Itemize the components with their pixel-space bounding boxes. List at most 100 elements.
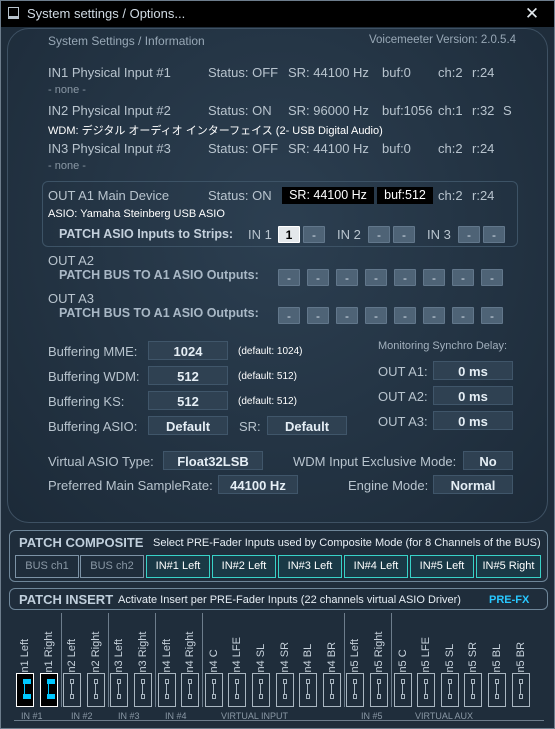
insert-channel: in5 BR [510,613,532,709]
in1-r: r:24 [472,65,495,80]
insert-toggle-button[interactable] [181,673,200,707]
insert-channel-label: in4 Left [160,638,173,675]
out-a2-patch-button-7[interactable]: - [452,269,474,286]
out-a1-label: OUT A1 Main Device [48,188,170,203]
insert-connector-icon [447,694,452,699]
insert-connector-icon [306,694,311,699]
composite-button-7[interactable]: IN#5 Left [410,555,474,578]
insert-toggle-button[interactable] [299,673,318,707]
insert-channel: in5 LFE [415,613,437,709]
insert-channel-label: in5 BR [514,641,527,675]
patch-insert-description: Activate Insert per PRE-Fader Inputs (22… [118,594,461,606]
in2-label: IN2 Physical Input #2 [48,103,171,118]
out-a3-patch-button-6[interactable]: - [423,307,445,324]
composite-button-3[interactable]: IN#1 Left [146,555,210,578]
buffering-mme-default: (default: 1024) [238,346,303,357]
window-title: System settings / Options... [27,6,186,21]
composite-button-5[interactable]: IN#3 Left [278,555,342,578]
buffering-wdm-value[interactable]: 512 [148,366,228,385]
out-a2-label: OUT A2 [48,253,95,268]
insert-channel: in4 BL [297,613,319,709]
out-a3-patch-button-8[interactable]: - [481,307,503,324]
insert-toggle-button[interactable] [63,673,82,707]
composite-button-2[interactable]: BUS ch2 [80,555,144,578]
title-bar[interactable]: System settings / Options... ✕ [1,1,554,27]
insert-toggle-button[interactable] [488,673,506,707]
insert-toggle-button[interactable] [204,673,223,707]
insert-channel: in5 SL [439,613,461,709]
insert-channel-label: in4 SR [278,641,291,675]
insert-toggle-button[interactable] [16,673,34,707]
in2-extra: S [503,103,512,118]
insert-toggle-button[interactable] [39,673,58,707]
asio-sr-value[interactable]: Default [267,416,347,435]
virtual-asio-label: Virtual ASIO Type: [48,454,154,469]
patch-in1-ch1-button[interactable]: 1 [278,226,300,243]
buffering-mme-value[interactable]: 1024 [148,341,228,360]
out-a3-patch-button-4[interactable]: - [365,307,387,324]
buffering-ks-value[interactable]: 512 [148,391,228,410]
patch-in3-ch1-button[interactable]: - [458,226,480,243]
close-icon[interactable]: ✕ [515,4,549,24]
insert-toggle-button[interactable] [511,673,530,707]
insert-toggle-button[interactable] [370,673,388,707]
insert-channel: in2 Left [61,613,83,709]
insert-toggle-button[interactable] [252,673,270,707]
buffering-wdm-default: (default: 512) [238,371,297,382]
out-a2-patch-button-3[interactable]: - [336,269,358,286]
insert-toggle-button[interactable] [275,673,294,707]
group-line [14,720,544,721]
preferred-sr-value[interactable]: 44100 Hz [218,475,298,494]
insert-channel: in4 Left [156,613,178,709]
patch-in2-ch2-button[interactable]: - [393,226,415,243]
composite-button-8[interactable]: IN#5 Right [476,555,541,578]
patch-in1-ch2-button[interactable]: - [303,226,325,243]
virtual-asio-value[interactable]: Float32LSB [163,451,263,470]
insert-channel: in1 Right [38,613,60,709]
group-divider [155,613,156,707]
out-a3-patch-button-5[interactable]: - [394,307,416,324]
monitor-a2-value[interactable]: 0 ms [433,386,513,405]
composite-button-6[interactable]: IN#4 Left [344,555,408,578]
insert-toggle-button[interactable] [86,673,105,707]
insert-channel-label: in5 Left [349,638,362,675]
composite-button-1[interactable]: BUS ch1 [15,555,79,578]
out-a3-patch-button-3[interactable]: - [336,307,358,324]
insert-channel-label: in4 BL [302,643,315,675]
monitor-a3-value[interactable]: 0 ms [433,411,513,430]
insert-connector-icon [259,694,263,699]
insert-toggle-button[interactable] [440,673,459,707]
wdm-exclusive-value[interactable]: No [463,451,513,470]
out-a2-patch-button-1[interactable]: - [278,269,300,286]
out-a2-patch-button-2[interactable]: - [307,269,329,286]
buffering-asio-value[interactable]: Default [148,416,228,435]
out-a2-patch-button-4[interactable]: - [365,269,387,286]
out-a3-patch-button-7[interactable]: - [452,307,474,324]
insert-toggle-button[interactable] [228,673,247,707]
out-a3-patch-button-2[interactable]: - [307,307,329,324]
insert-toggle-button[interactable] [417,673,436,707]
insert-toggle-button[interactable] [322,673,341,707]
insert-channel: in4 SR [274,613,296,709]
insert-connector-icon [235,694,240,699]
out-a2-patch-button-6[interactable]: - [423,269,445,286]
insert-toggle-button[interactable] [110,673,129,707]
engine-mode-value[interactable]: Normal [433,475,513,494]
patch-in2-ch1-button[interactable]: - [368,226,390,243]
out-a3-patch-button-1[interactable]: - [278,307,300,324]
settings-window: System settings / Options... ✕ System Se… [0,0,555,729]
monitor-a1-value[interactable]: 0 ms [433,361,513,380]
insert-channel-label: in2 Right [89,631,102,675]
insert-channel-label: in5 SL [443,643,456,675]
insert-toggle-button[interactable] [464,673,483,707]
out-a2-patch-button-5[interactable]: - [394,269,416,286]
insert-toggle-button[interactable] [393,673,412,707]
out-a1-device: ASIO: Yamaha Steinberg USB ASIO [48,208,225,220]
patch-in3-ch2-button[interactable]: - [483,226,505,243]
insert-channel: in5 C [392,613,414,709]
insert-toggle-button[interactable] [134,673,152,707]
insert-toggle-button[interactable] [157,673,176,707]
insert-toggle-button[interactable] [346,673,365,707]
composite-button-4[interactable]: IN#2 Left [212,555,276,578]
out-a2-patch-button-8[interactable]: - [481,269,503,286]
